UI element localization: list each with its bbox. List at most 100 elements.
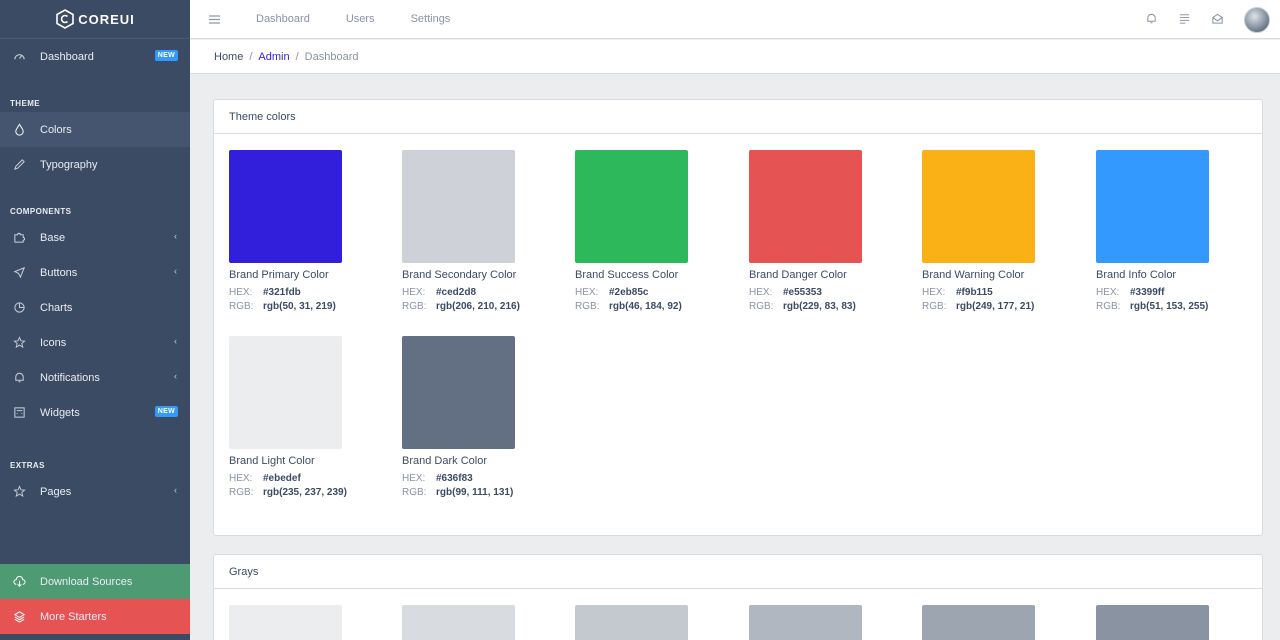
sidebar: COREUI Dashboard NEW THEME Colors Typogr… bbox=[0, 0, 190, 640]
color-hex-label: HEX: bbox=[229, 473, 253, 484]
sidebar-item-label: Notifications bbox=[40, 371, 100, 384]
sidebar-item-icons[interactable]: Icons ‹ bbox=[0, 325, 190, 360]
sidebar-item-base[interactable]: Base ‹ bbox=[0, 220, 190, 255]
color-rgb-value: rgb(229, 83, 83) bbox=[783, 301, 856, 312]
color-hex-label: HEX: bbox=[1096, 287, 1120, 298]
coreui-logo-icon bbox=[56, 9, 75, 29]
color-rgb-row: RGB: rgb(235, 237, 239) bbox=[229, 487, 379, 498]
sidebar-item-widgets[interactable]: Widgets NEW bbox=[0, 395, 190, 430]
cursor-icon bbox=[12, 266, 26, 280]
more-starters-button[interactable]: More Starters bbox=[0, 599, 190, 634]
download-sources-button[interactable]: Download Sources bbox=[0, 564, 190, 599]
brand-text: COREUI bbox=[78, 11, 135, 27]
gray-swatch bbox=[749, 605, 862, 640]
color-swatch-block: Brand Warning Color HEX: #f9b115 RGB: rgb(24… bbox=[922, 150, 1072, 312]
sidebar-item-label: Pages bbox=[40, 485, 72, 498]
chevron-left-icon: ‹ bbox=[174, 231, 177, 241]
color-hex-value: #3399ff bbox=[1130, 287, 1165, 298]
color-hex-row: HEX: #636f83 bbox=[402, 473, 552, 484]
section-title-theme: THEME bbox=[10, 99, 40, 108]
breadcrumb: Home / Admin / Dashboard bbox=[190, 40, 1280, 74]
color-rgb-row: RGB: rgb(229, 83, 83) bbox=[749, 301, 899, 312]
color-hex-value: #ebedef bbox=[263, 473, 301, 484]
color-swatch bbox=[922, 150, 1035, 263]
header-link-users[interactable]: Users bbox=[328, 13, 393, 25]
bell-icon[interactable] bbox=[1145, 12, 1158, 28]
breadcrumb-admin[interactable]: Admin bbox=[258, 51, 289, 63]
sidebar-item-colors[interactable]: Colors bbox=[0, 112, 190, 147]
color-name: Brand Info Color bbox=[1096, 269, 1177, 281]
color-hex-label: HEX: bbox=[402, 473, 426, 484]
color-swatch bbox=[229, 336, 342, 449]
card-title: Theme colors bbox=[214, 100, 1262, 134]
color-name: Brand Primary Color bbox=[229, 269, 329, 281]
theme-colors-card: Theme colors Brand Primary Color HEX: #321… bbox=[213, 99, 1263, 536]
sidebar-item-label: Base bbox=[40, 231, 66, 244]
gray-swatch bbox=[922, 605, 1035, 640]
envelope-open-icon[interactable] bbox=[1211, 12, 1224, 28]
sidebar-item-dashboard[interactable]: Dashboard NEW bbox=[0, 39, 190, 74]
color-hex-row: HEX: #3399ff bbox=[1096, 287, 1246, 298]
color-hex-label: HEX: bbox=[575, 287, 599, 298]
pencil-icon bbox=[12, 158, 26, 172]
color-rgb-value: rgb(249, 177, 21) bbox=[956, 301, 1035, 312]
color-name: Brand Light Color bbox=[229, 455, 315, 467]
color-swatch-block: Brand Light Color HEX: #ebedef RGB: rgb(235,… bbox=[229, 336, 379, 498]
chevron-left-icon: ‹ bbox=[174, 485, 177, 495]
color-swatch bbox=[1096, 150, 1209, 263]
color-swatch-block: Brand Primary Color HEX: #321fdb RGB: rgb(50… bbox=[229, 150, 379, 312]
color-rgb-value: rgb(46, 184, 92) bbox=[609, 301, 682, 312]
gray-swatch bbox=[402, 605, 515, 640]
star-icon bbox=[12, 336, 26, 350]
color-name: Brand Dark Color bbox=[402, 455, 487, 467]
sidebar-item-label: Download Sources bbox=[40, 575, 133, 588]
color-swatch bbox=[402, 150, 515, 263]
color-hex-row: HEX: #f9b115 bbox=[922, 287, 1072, 298]
sidebar-item-label: Typography bbox=[40, 158, 98, 171]
color-rgb-label: RGB: bbox=[922, 301, 947, 312]
sidebar-item-label: Buttons bbox=[40, 266, 78, 279]
header-link-settings[interactable]: Settings bbox=[393, 13, 469, 25]
new-badge: NEW bbox=[154, 406, 178, 417]
color-rgb-row: RGB: rgb(249, 177, 21) bbox=[922, 301, 1072, 312]
sidebar-item-label: Charts bbox=[40, 301, 73, 314]
breadcrumb-current: Dashboard bbox=[304, 50, 359, 63]
breadcrumb-home[interactable]: Home bbox=[214, 51, 243, 63]
gray-swatch bbox=[575, 605, 688, 640]
color-swatch bbox=[749, 150, 862, 263]
color-rgb-value: rgb(50, 31, 219) bbox=[263, 301, 336, 312]
color-hex-row: HEX: #ced2d8 bbox=[402, 287, 552, 298]
sidebar-brand[interactable]: COREUI bbox=[0, 0, 190, 39]
sidebar-item-buttons[interactable]: Buttons ‹ bbox=[0, 255, 190, 290]
color-rgb-value: rgb(51, 153, 255) bbox=[1130, 301, 1209, 312]
grays-card: Grays bbox=[213, 554, 1263, 640]
color-name: Brand Danger Color bbox=[749, 269, 847, 281]
sidebar-item-notifications[interactable]: Notifications ‹ bbox=[0, 360, 190, 395]
color-rgb-row: RGB: rgb(50, 31, 219) bbox=[229, 301, 379, 312]
sidebar-item-typography[interactable]: Typography bbox=[0, 147, 190, 182]
color-hex-row: HEX: #2eb85c bbox=[575, 287, 725, 298]
color-hex-row: HEX: #ebedef bbox=[229, 473, 379, 484]
color-hex-row: HEX: #e55353 bbox=[749, 287, 899, 298]
color-swatch-block: Brand Dark Color HEX: #636f83 RGB: rgb(99, 1… bbox=[402, 336, 552, 498]
hamburger-menu-icon[interactable] bbox=[190, 14, 238, 25]
list-icon[interactable] bbox=[1178, 12, 1191, 28]
speedometer-icon bbox=[12, 50, 26, 64]
color-hex-value: #636f83 bbox=[436, 473, 473, 484]
color-rgb-value: rgb(99, 111, 131) bbox=[436, 487, 514, 498]
chevron-left-icon: ‹ bbox=[174, 336, 177, 346]
color-hex-value: #2eb85c bbox=[609, 287, 649, 298]
color-swatch bbox=[229, 150, 342, 263]
color-swatch bbox=[575, 150, 688, 263]
header-link-dashboard[interactable]: Dashboard bbox=[238, 13, 328, 25]
sidebar-item-charts[interactable]: Charts bbox=[0, 290, 190, 325]
section-title-components: COMPONENTS bbox=[10, 207, 72, 216]
color-rgb-label: RGB: bbox=[229, 301, 254, 312]
sidebar-item-pages[interactable]: Pages ‹ bbox=[0, 474, 190, 509]
color-rgb-label: RGB: bbox=[402, 487, 427, 498]
color-rgb-value: rgb(206, 210, 216) bbox=[436, 301, 520, 312]
color-name: Brand Success Color bbox=[575, 269, 679, 281]
color-swatch bbox=[402, 336, 515, 449]
avatar[interactable] bbox=[1244, 6, 1270, 33]
header-actions bbox=[1145, 0, 1270, 39]
